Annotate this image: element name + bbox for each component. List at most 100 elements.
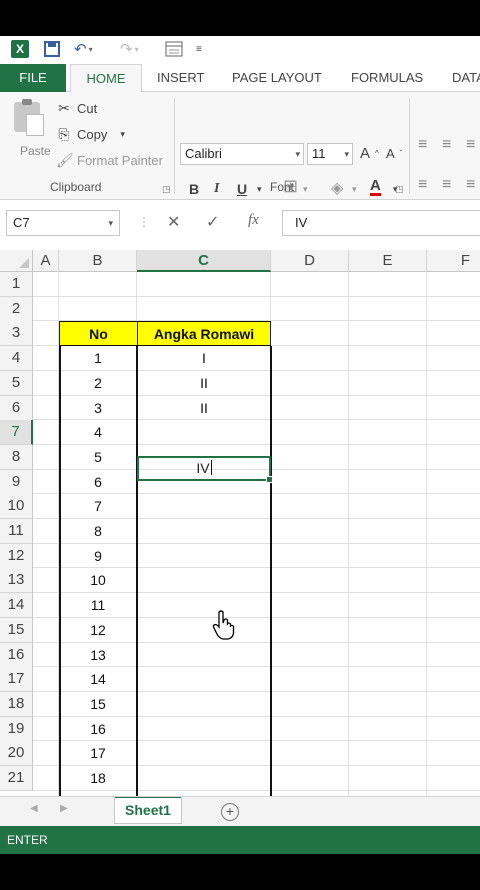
row-header-20[interactable]: 20 xyxy=(0,741,33,767)
select-all-button[interactable] xyxy=(0,250,33,272)
row-header-12[interactable]: 12 xyxy=(0,543,33,569)
row-header-16[interactable]: 16 xyxy=(0,642,33,668)
row-header-15[interactable]: 15 xyxy=(0,617,33,643)
row-header-8[interactable]: 8 xyxy=(0,444,33,470)
formula-input[interactable]: IV xyxy=(282,210,480,236)
font-name-field[interactable]: Calibri ▾ xyxy=(180,143,304,165)
row-header-10[interactable]: 10 xyxy=(0,494,33,520)
row-header-2[interactable]: 2 xyxy=(0,296,33,322)
align-right-icon[interactable]: ≡ xyxy=(466,176,475,194)
column-header-c[interactable]: C xyxy=(137,250,271,272)
cell-roman[interactable]: II xyxy=(137,396,271,421)
row-header-21[interactable]: 21 xyxy=(0,766,33,791)
row-header-3[interactable]: 3 xyxy=(0,321,33,347)
column-header-a[interactable]: A xyxy=(33,250,59,272)
cell-number[interactable]: 17 xyxy=(59,741,137,766)
cell-roman[interactable]: I xyxy=(137,346,271,371)
fill-color-icon[interactable]: ◈ xyxy=(331,178,343,198)
align-center-icon[interactable]: ≡ xyxy=(442,176,451,194)
active-cell-c7[interactable]: IV xyxy=(137,456,273,483)
row-header-1[interactable]: 1 xyxy=(0,272,33,297)
align-bottom-icon[interactable]: ≡ xyxy=(466,136,475,154)
drag-handle-icon[interactable]: ⋮ xyxy=(138,215,150,229)
header-cell-angka-romawi[interactable]: Angka Romawi xyxy=(137,321,271,346)
customize-qat-icon[interactable]: ≡ xyxy=(196,39,202,59)
column-header-f[interactable]: F xyxy=(427,250,480,272)
row-header-13[interactable]: 13 xyxy=(0,568,33,594)
tab-home[interactable]: HOME xyxy=(70,64,142,93)
cell-number[interactable]: 7 xyxy=(59,494,137,519)
cell-number[interactable]: 3 xyxy=(59,396,137,421)
clipboard-launcher-icon[interactable]: ◳ xyxy=(162,184,171,195)
cell-number[interactable]: 14 xyxy=(59,667,137,692)
format-painter-button[interactable]: 🖌 Format Painter xyxy=(56,152,163,169)
align-middle-icon[interactable]: ≡ xyxy=(442,136,451,154)
undo-icon[interactable]: ↶ ▾ xyxy=(74,39,93,59)
name-box[interactable]: C7 ▾ xyxy=(6,210,120,236)
font-size-field[interactable]: 11 ▾ xyxy=(307,143,353,165)
tab-file[interactable]: FILE xyxy=(0,64,66,92)
worksheet-grid[interactable]: A B C D E F 1 2 3 4 5 6 7 8 9 10 11 12 13 14 15 16 17 18 1… xyxy=(0,250,480,796)
fill-dropdown-icon[interactable]: ▾ xyxy=(352,184,357,195)
cell-number[interactable]: 15 xyxy=(59,692,137,717)
copy-button[interactable]: ⎘ Copy ▾ xyxy=(56,126,125,143)
cut-button[interactable]: ✂ Cut xyxy=(56,100,97,117)
row-header-4[interactable]: 4 xyxy=(0,346,33,372)
excel-window: X ↶ ▾ ↷ ▾ ≡ FILE HOME INSERT PAGE LAYOUT F… xyxy=(0,36,480,854)
cell-number[interactable]: 12 xyxy=(59,618,137,643)
header-cell-no[interactable]: No xyxy=(59,321,138,346)
paste-label: Paste xyxy=(20,144,51,158)
font-launcher-icon[interactable]: ◳ xyxy=(395,184,404,195)
scroll-right-icon[interactable]: ▶ xyxy=(60,803,68,814)
cell-number[interactable]: 1 xyxy=(59,346,137,371)
enter-icon[interactable]: ✓ xyxy=(206,212,219,232)
row-header-17[interactable]: 17 xyxy=(0,667,33,693)
italic-button[interactable]: I xyxy=(214,181,219,197)
paste-button[interactable]: Paste xyxy=(8,99,51,162)
cell-number[interactable]: 8 xyxy=(59,519,137,544)
cell-number[interactable]: 4 xyxy=(59,420,137,445)
bold-button[interactable]: B xyxy=(189,181,199,197)
cell-number[interactable]: 2 xyxy=(59,371,137,396)
sheet-tab-sheet1[interactable]: Sheet1 xyxy=(114,797,182,824)
column-header-e[interactable]: E xyxy=(349,250,427,272)
cell-roman[interactable]: II xyxy=(137,371,271,396)
cell-number[interactable]: 5 xyxy=(59,445,137,470)
underline-button[interactable]: U xyxy=(237,181,247,197)
cell-number[interactable]: 18 xyxy=(59,766,137,791)
row-header-11[interactable]: 11 xyxy=(0,519,33,544)
cell-number[interactable]: 11 xyxy=(59,593,137,618)
cell-number[interactable]: 13 xyxy=(59,643,137,668)
insert-function-icon[interactable]: fx xyxy=(248,212,259,229)
align-top-icon[interactable]: ≡ xyxy=(418,136,427,154)
grow-font-button[interactable]: A ^ xyxy=(360,145,379,162)
row-header-7[interactable]: 7 xyxy=(0,420,33,446)
column-header-b[interactable]: B xyxy=(59,250,137,272)
cell-number[interactable]: 6 xyxy=(59,470,137,495)
align-left-icon[interactable]: ≡ xyxy=(418,176,427,194)
column-header-d[interactable]: D xyxy=(271,250,349,272)
cell-number[interactable]: 9 xyxy=(59,544,137,569)
form-icon[interactable] xyxy=(165,39,183,59)
cell-number[interactable]: 10 xyxy=(59,568,137,593)
shrink-font-button[interactable]: Aˇ xyxy=(386,146,402,161)
tab-page-layout[interactable]: PAGE LAYOUT xyxy=(232,64,322,92)
scroll-left-icon[interactable]: ◀ xyxy=(30,803,38,814)
font-color-button[interactable]: A xyxy=(370,178,381,196)
row-header-5[interactable]: 5 xyxy=(0,370,33,396)
borders-dropdown-icon[interactable]: ▾ xyxy=(303,184,308,195)
cell-number[interactable]: 16 xyxy=(59,717,137,742)
tab-data[interactable]: DATA xyxy=(452,64,480,92)
row-header-14[interactable]: 14 xyxy=(0,593,33,619)
cancel-icon[interactable]: ✕ xyxy=(167,212,180,232)
row-header-6[interactable]: 6 xyxy=(0,395,33,421)
row-header-19[interactable]: 19 xyxy=(0,716,33,742)
redo-icon[interactable]: ↷ ▾ xyxy=(120,39,139,59)
row-header-18[interactable]: 18 xyxy=(0,691,33,717)
row-header-9[interactable]: 9 xyxy=(0,469,33,495)
tab-formulas[interactable]: FORMULAS xyxy=(351,64,423,92)
add-sheet-icon[interactable]: + xyxy=(221,803,239,821)
underline-dropdown-icon[interactable]: ▾ xyxy=(257,184,262,195)
tab-insert[interactable]: INSERT xyxy=(157,64,204,92)
save-icon[interactable] xyxy=(44,39,60,59)
